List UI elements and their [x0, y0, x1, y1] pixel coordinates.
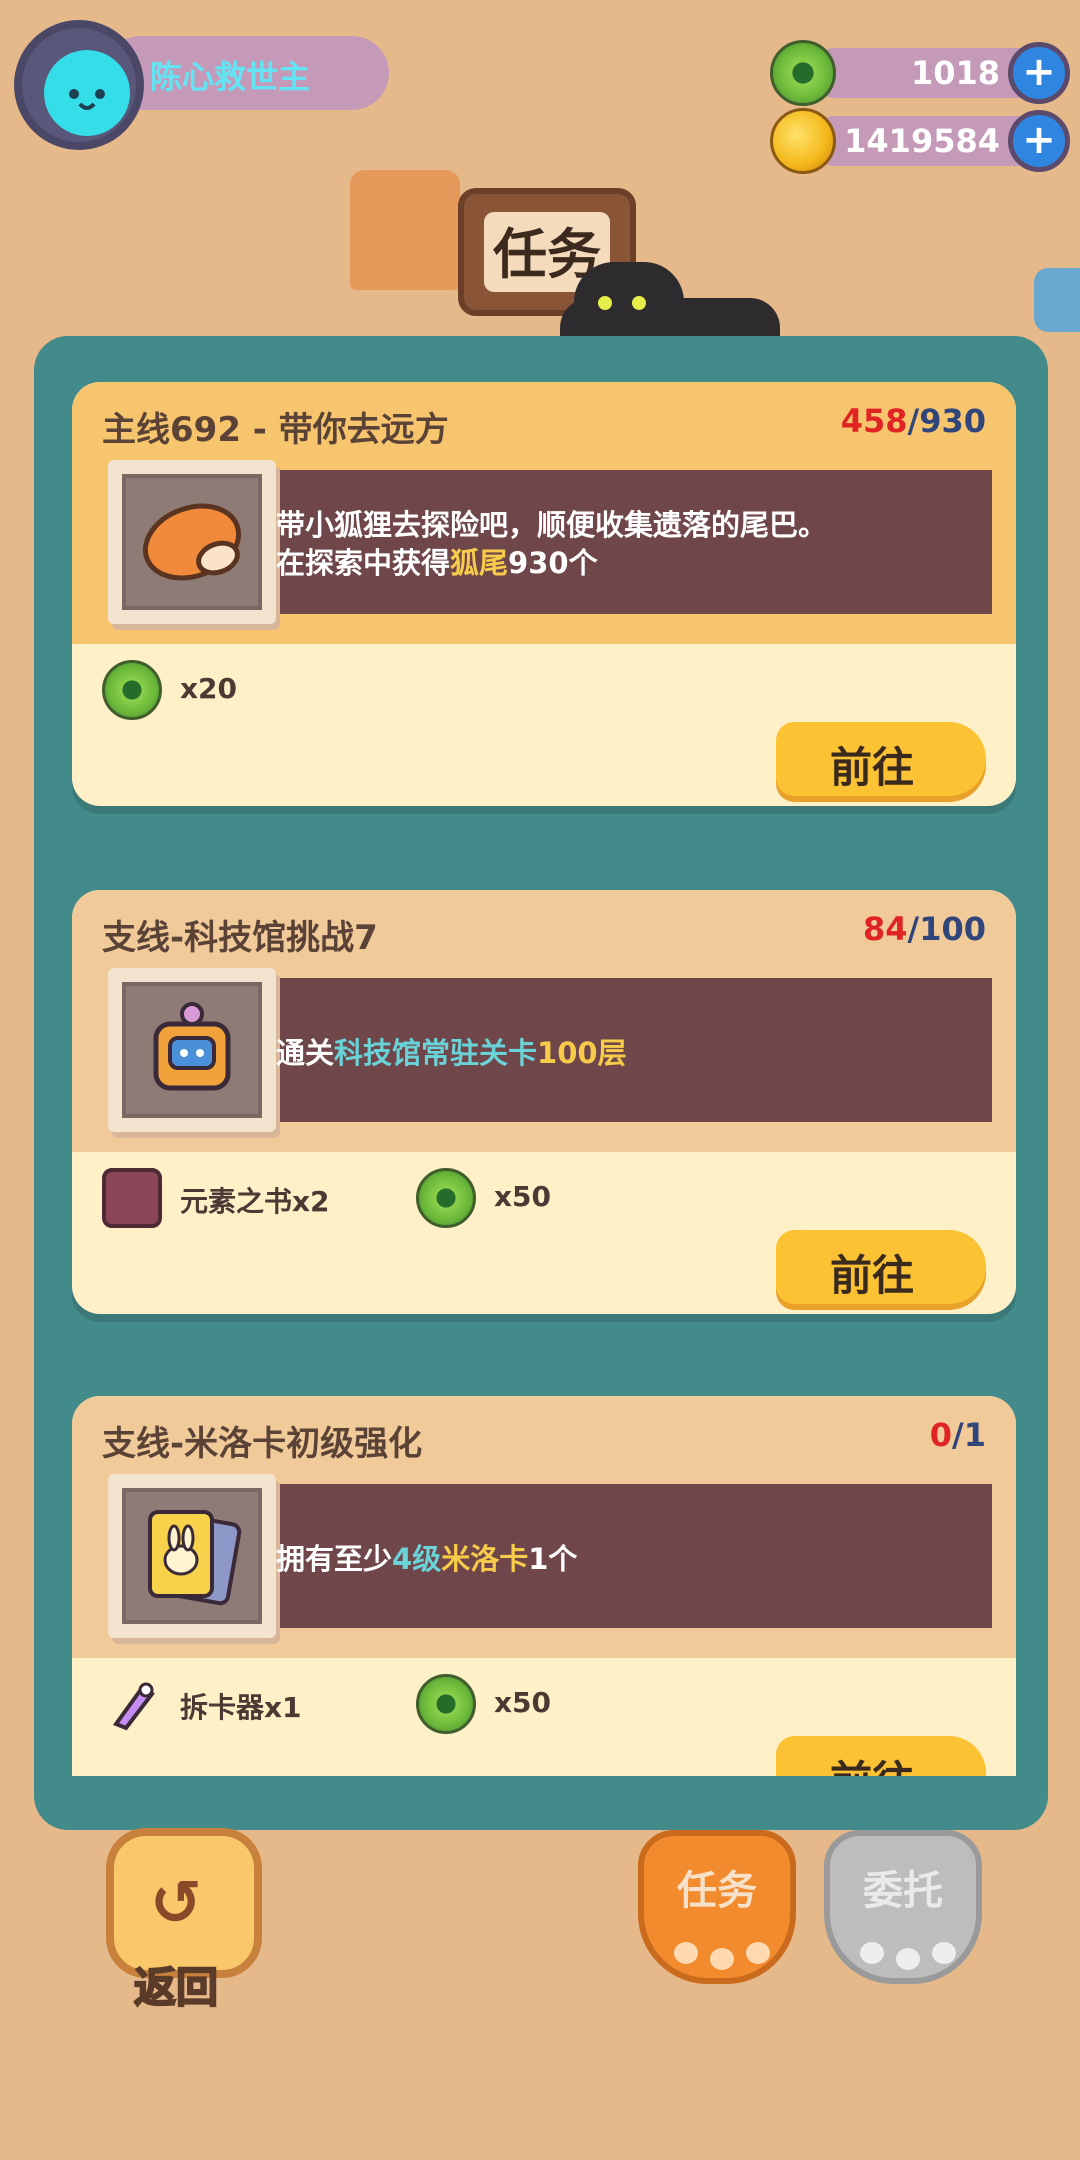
- task-rewards: 元素之书x2 x50: [102, 1168, 982, 1228]
- return-arrow-icon: ↺: [150, 1866, 202, 1939]
- tab-commission-label: 委托: [863, 1868, 943, 1914]
- green-donut-coin-icon: [416, 1674, 476, 1734]
- task-title: 支线-米洛卡初级强化: [102, 1424, 423, 1464]
- task-card-side: 支线-科技馆挑战7 84/100 通关科技馆常驻关卡100层 元素之书x2 x5…: [72, 890, 1016, 1314]
- desc-highlight: 米洛卡: [441, 1542, 529, 1576]
- go-button[interactable]: 前往: [776, 722, 986, 796]
- share-icon[interactable]: [1034, 268, 1080, 332]
- desc-highlight: 100层: [537, 1036, 627, 1070]
- add-currency-button[interactable]: +: [1008, 110, 1070, 172]
- task-thumbnail: [108, 1474, 276, 1638]
- green-donut-coin-icon: [770, 40, 836, 106]
- task-progress: 458/930: [841, 402, 986, 440]
- desc-highlight: 狐尾: [450, 546, 509, 580]
- progress-separator: /: [907, 402, 920, 440]
- tab-commission[interactable]: 委托: [824, 1830, 982, 1984]
- robot-backpack-icon: [153, 1002, 231, 1091]
- back-button[interactable]: ↺ 返回: [106, 1828, 262, 2013]
- green-donut-coin-icon: [416, 1168, 476, 1228]
- desc-highlight: 科技馆常驻关卡: [334, 1036, 538, 1070]
- task-title: 支线-科技馆挑战7: [102, 918, 378, 958]
- task-description: 拥有至少4级米洛卡1个: [276, 1540, 966, 1578]
- task-card-side: 支线-米洛卡初级强化 0/1 拥有至少4级米洛卡1个 拆卡器x1 x50: [72, 1396, 1016, 1776]
- tab-tasks-label: 任务: [677, 1868, 757, 1914]
- reward-text: 拆卡器x1: [180, 1691, 302, 1724]
- gold-planet-coin-icon: [770, 108, 836, 174]
- paw-pad-icon: [932, 1942, 956, 1964]
- cat-face-avatar-icon: [44, 50, 130, 136]
- back-button-label: 返回: [133, 1962, 219, 2013]
- fox-tail-icon: [142, 503, 242, 581]
- house-icon: [350, 170, 460, 290]
- desc-line: 在探索中获得狐尾930个: [276, 544, 966, 582]
- currency-value: 1419584: [844, 122, 1000, 160]
- reward-text: 元素之书x2: [180, 1185, 330, 1218]
- bunny-card-icon: [148, 1510, 242, 1606]
- task-list[interactable]: 主线692 - 带你去远方 458/930 带小狐狸去探险吧，顺便收集遗落的尾巴…: [72, 382, 1016, 1776]
- progress-separator: /: [907, 910, 920, 948]
- cat-eye: [598, 296, 612, 310]
- currency-value: 1018: [910, 54, 1000, 92]
- player-avatar[interactable]: [14, 20, 144, 150]
- go-button-label: 前往: [830, 743, 915, 792]
- desc-line: 带小狐狸去探险吧，顺便收集遗落的尾巴。: [276, 508, 828, 542]
- progress-total: 100: [919, 910, 986, 948]
- task-card-main: 主线692 - 带你去远方 458/930 带小狐狸去探险吧，顺便收集遗落的尾巴…: [72, 382, 1016, 806]
- desc-text: 930个: [508, 546, 598, 580]
- task-progress: 84/100: [863, 910, 986, 948]
- progress-total: 930: [919, 402, 986, 440]
- paw-pad-icon: [746, 1942, 770, 1964]
- paw-pad-icon: [896, 1948, 920, 1970]
- paw-pad-icon: [674, 1942, 698, 1964]
- task-thumbnail: [108, 968, 276, 1132]
- paw-pad-icon: [860, 1942, 884, 1964]
- task-rewards: 拆卡器x1 x50: [102, 1674, 982, 1734]
- add-currency-button[interactable]: +: [1008, 42, 1070, 104]
- task-thumbnail: [108, 460, 276, 624]
- progress-current: 458: [840, 402, 908, 440]
- task-rewards: x20: [102, 660, 982, 720]
- player-profile[interactable]: 陈心救世主: [14, 20, 389, 150]
- go-button-label: 前往: [830, 1251, 915, 1300]
- cat-head: [574, 262, 684, 342]
- green-donut-coin-icon: [102, 660, 162, 720]
- progress-current: 0: [929, 1416, 953, 1454]
- go-button[interactable]: 前往: [776, 1230, 986, 1304]
- reward-text: x50: [494, 1686, 552, 1719]
- desc-text: 1个: [528, 1542, 578, 1576]
- desc-text: 通关: [276, 1036, 335, 1070]
- reward-text: x20: [180, 672, 238, 705]
- progress-total: 1: [963, 1416, 986, 1454]
- task-description: 通关科技馆常驻关卡100层: [276, 1034, 966, 1072]
- tab-tasks[interactable]: 任务: [638, 1830, 796, 1984]
- progress-current: 84: [862, 910, 908, 948]
- card-remover-tool-icon: [112, 1682, 155, 1731]
- desc-text: 在探索中获得: [276, 546, 451, 580]
- cat-eye: [632, 296, 646, 310]
- task-description: 带小狐狸去探险吧，顺便收集遗落的尾巴。 在探索中获得狐尾930个: [276, 506, 966, 582]
- currency-donut: 1018 +: [770, 40, 1070, 106]
- desc-highlight: 4级: [392, 1542, 442, 1576]
- task-progress: 0/1: [930, 1416, 986, 1454]
- player-name: 陈心救世主: [150, 58, 311, 96]
- progress-separator: /: [952, 1416, 964, 1454]
- task-title: 主线692 - 带你去远方: [102, 410, 449, 450]
- reward-text: x50: [494, 1180, 552, 1213]
- element-book-icon: [102, 1168, 162, 1228]
- paw-pad-icon: [710, 1948, 734, 1970]
- currency-gold: 1419584 +: [770, 108, 1070, 174]
- go-button-label: 前往: [830, 1748, 914, 1776]
- go-button[interactable]: 前往: [776, 1736, 986, 1776]
- desc-text: 拥有至少: [276, 1542, 393, 1576]
